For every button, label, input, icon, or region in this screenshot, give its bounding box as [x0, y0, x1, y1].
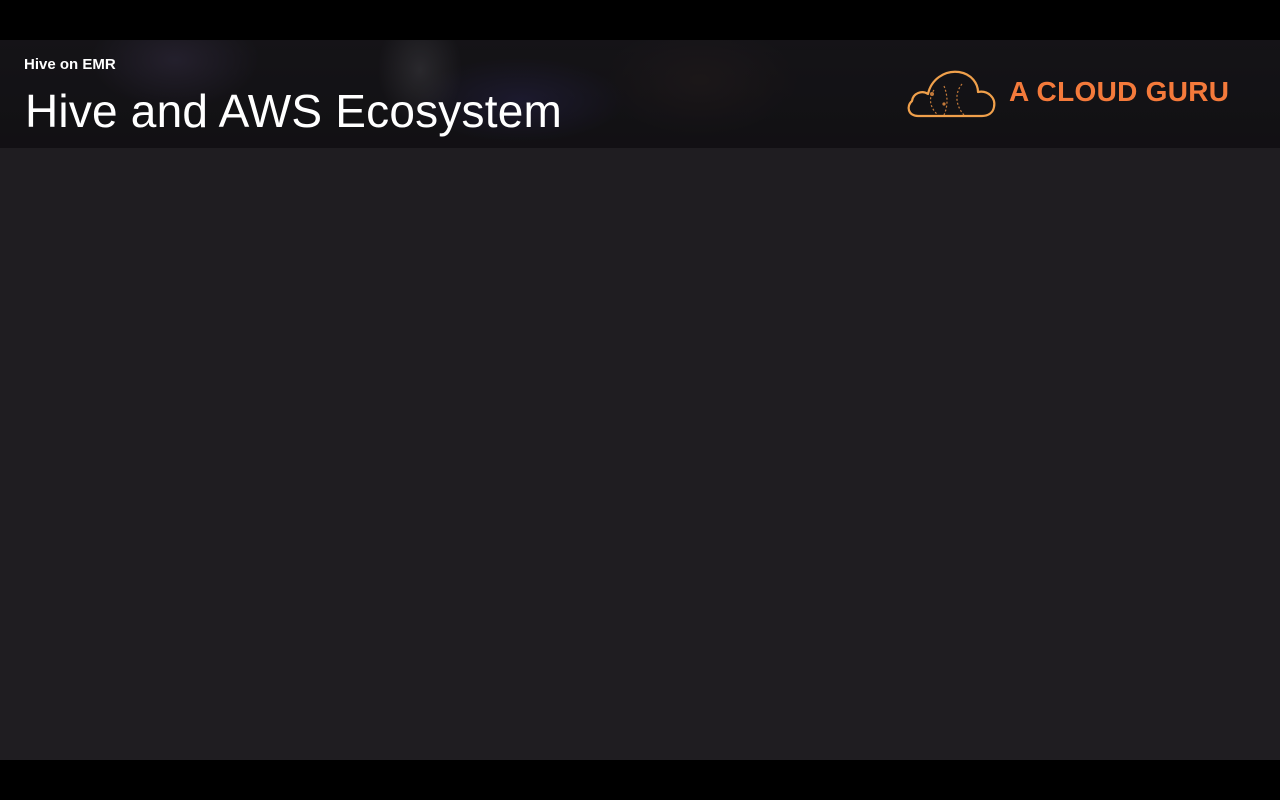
slide-header: Hive on EMR Hive and AWS Ecosystem A CLO…: [0, 40, 1280, 148]
brand-logo: A CLOUD GURU: [904, 66, 1244, 122]
slide-title: Hive and AWS Ecosystem: [25, 85, 562, 137]
cloud-icon: [907, 70, 996, 118]
slide-content: [0, 148, 1280, 760]
letterbox-top: [0, 0, 1280, 40]
brand-name: A CLOUD GURU: [1009, 76, 1230, 107]
section-label: Hive on EMR: [24, 56, 116, 73]
video-frame: Hive on EMR Hive and AWS Ecosystem A CLO…: [0, 40, 1280, 760]
letterbox-bottom: [0, 760, 1280, 800]
